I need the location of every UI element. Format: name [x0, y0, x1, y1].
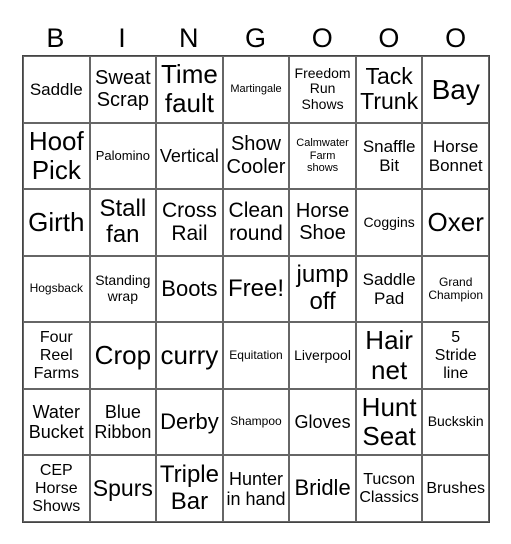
bingo-cell[interactable]: Calmwater Farm shows	[289, 122, 356, 190]
bingo-cell[interactable]: Hair net	[355, 322, 423, 389]
bingo-cell[interactable]: Equitation	[222, 322, 290, 389]
bingo-cell[interactable]: Buckskin	[422, 388, 489, 456]
bingo-cell[interactable]: Coggins	[355, 189, 423, 256]
bingo-cell[interactable]: Tack Trunk	[355, 56, 423, 123]
bingo-cell[interactable]: Horse Bonnet	[422, 122, 489, 190]
bingo-cell[interactable]: Saddle Pad	[355, 255, 423, 323]
bingo-cell[interactable]: Time fault	[156, 56, 223, 123]
bingo-cell[interactable]: Water Bucket	[23, 388, 90, 456]
free-space-cell[interactable]: Free!	[222, 255, 290, 323]
bingo-grid: Saddle Sweat Scrap Time fault Martingale Fre…	[22, 55, 490, 523]
bingo-cell[interactable]: Cross Rail	[156, 189, 223, 256]
bingo-cell[interactable]: Stall fan	[89, 189, 157, 256]
header-letter: O	[378, 23, 400, 53]
bingo-cell[interactable]: CEP Horse Shows	[23, 455, 90, 522]
bingo-cell[interactable]: jump off	[289, 255, 356, 323]
bingo-cell[interactable]: Grand Champion	[422, 255, 489, 323]
bingo-cell[interactable]: Palomino	[89, 122, 157, 190]
bingo-cell[interactable]: Sweat Scrap	[89, 56, 157, 123]
header-letter: B	[46, 23, 65, 53]
bingo-cell[interactable]: Bridle	[289, 455, 356, 522]
bingo-cell[interactable]: Martingale	[222, 56, 290, 123]
bingo-cell[interactable]: Spurs	[89, 455, 157, 522]
bingo-cell[interactable]: 5 Stride line	[422, 322, 489, 389]
bingo-cell[interactable]: Hunter in hand	[222, 455, 290, 522]
header-letter: O	[311, 23, 333, 53]
bingo-cell[interactable]: curry	[156, 322, 223, 389]
bingo-cell[interactable]: Oxer	[422, 189, 489, 256]
header-letter: N	[179, 23, 199, 53]
bingo-cell[interactable]: Boots	[156, 255, 223, 323]
bingo-header: BINGOOO	[22, 20, 489, 56]
bingo-cell[interactable]: Shampoo	[222, 388, 290, 456]
bingo-cell[interactable]: Girth	[23, 189, 90, 256]
bingo-cell[interactable]: Horse Shoe	[289, 189, 356, 256]
bingo-cell[interactable]: Four Reel Farms	[23, 322, 90, 389]
bingo-cell[interactable]: Blue Ribbon	[89, 388, 157, 456]
bingo-cell[interactable]: Standing wrap	[89, 255, 157, 323]
bingo-cell[interactable]: Gloves	[289, 388, 356, 456]
bingo-cell[interactable]: Triple Bar	[156, 455, 223, 522]
bingo-cell[interactable]: Hogsback	[23, 255, 90, 323]
bingo-cell[interactable]: Show Cooler	[222, 122, 290, 190]
bingo-cell[interactable]: Hunt Seat	[355, 388, 423, 456]
bingo-cell[interactable]: Brushes	[422, 455, 489, 522]
header-letter: I	[118, 23, 126, 53]
bingo-cell[interactable]: Tucson Classics	[355, 455, 423, 522]
bingo-cell[interactable]: Freedom Run Shows	[289, 56, 356, 123]
bingo-cell[interactable]: Vertical	[156, 122, 223, 190]
bingo-cell[interactable]: Snaffle Bit	[355, 122, 423, 190]
bingo-cell[interactable]: Bay	[422, 56, 489, 123]
bingo-cell[interactable]: Crop	[89, 322, 157, 389]
bingo-cell[interactable]: Liverpool	[289, 322, 356, 389]
bingo-cell[interactable]: Derby	[156, 388, 223, 456]
header-letter: G	[244, 23, 266, 53]
bingo-cell[interactable]: Clean round	[222, 189, 290, 256]
bingo-cell[interactable]: Hoof Pick	[23, 122, 90, 190]
header-letter: O	[445, 23, 467, 53]
bingo-cell[interactable]: Saddle	[23, 56, 90, 123]
